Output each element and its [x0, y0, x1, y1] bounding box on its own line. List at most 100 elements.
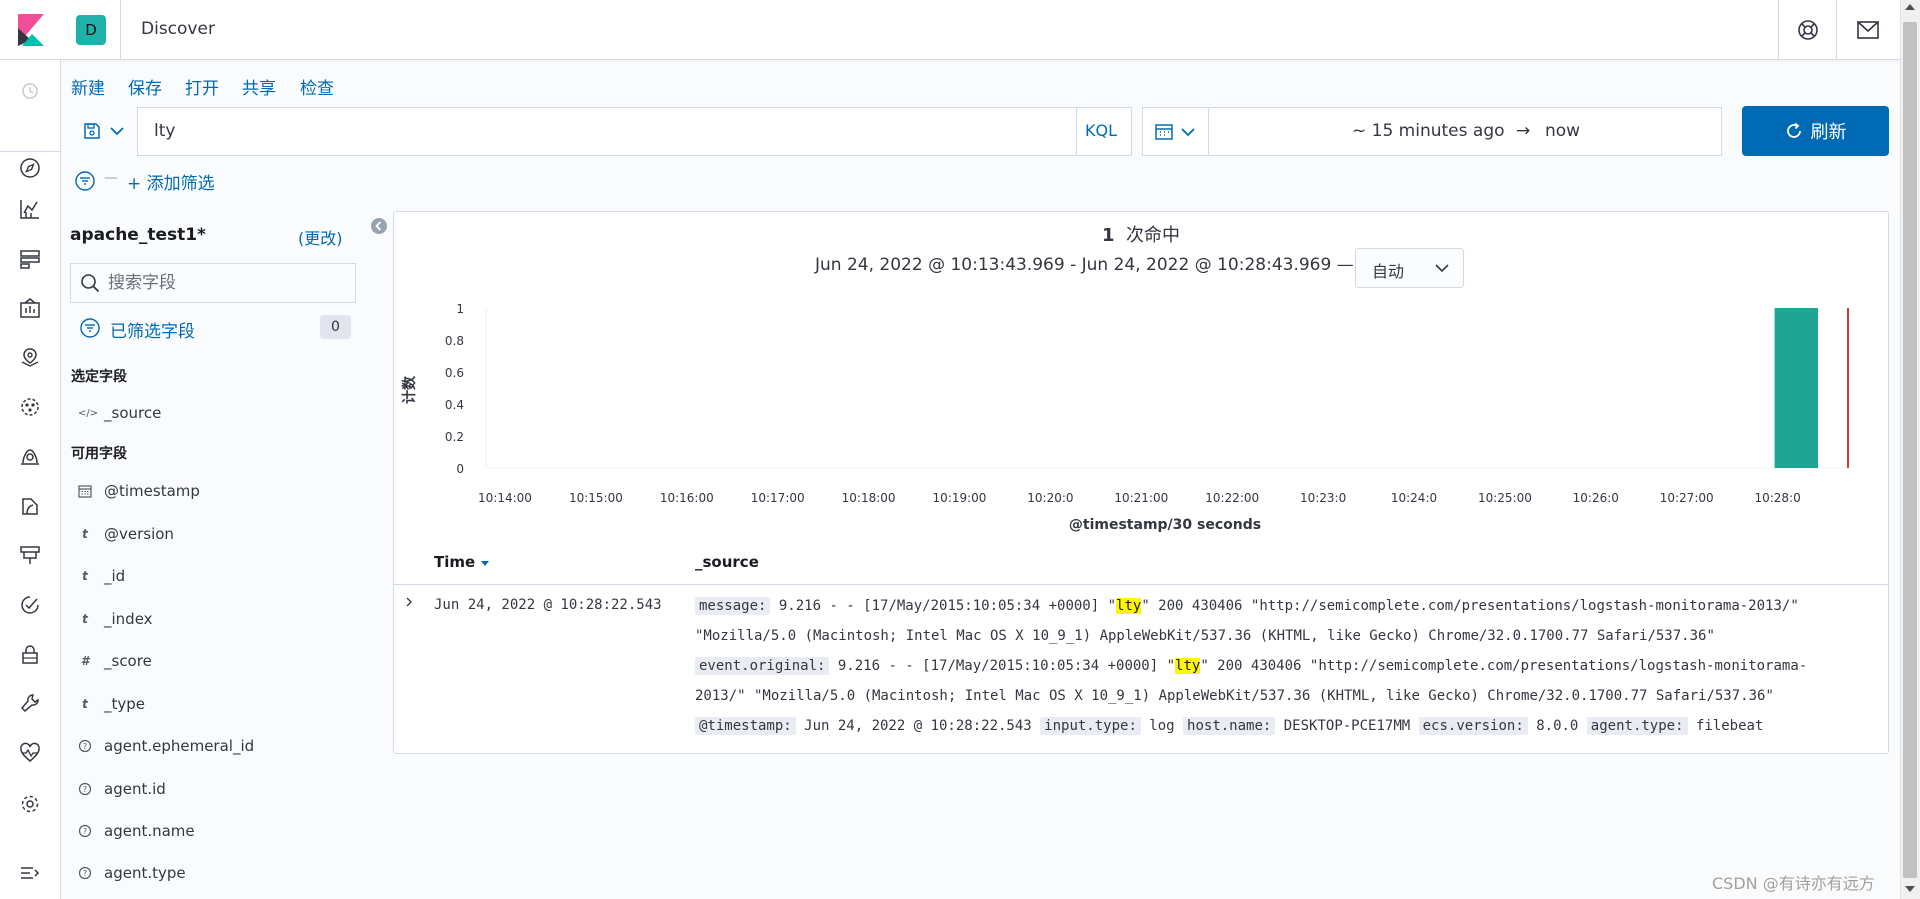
quick-date-menu-button[interactable]	[1143, 108, 1208, 155]
column-header-time[interactable]: Time	[434, 553, 490, 571]
field-type-string-icon: t	[82, 569, 88, 583]
source-value: " 200 430406 "http://semicomplete.com/pr…	[1141, 598, 1799, 614]
field-name: _index	[104, 610, 153, 628]
date-end-button[interactable]: now	[1545, 121, 1580, 141]
chevron-down-icon	[1181, 128, 1195, 137]
nav-divider	[0, 151, 60, 152]
field-type-code-icon: </>	[78, 407, 99, 419]
field-item[interactable]: ? agent.name	[78, 819, 195, 843]
filter-menu-icon[interactable]	[75, 171, 95, 191]
menu-share[interactable]: 共享	[242, 74, 276, 99]
x-tick-label: 10:23:0	[1300, 491, 1346, 505]
source-key: ecs.version:	[1418, 717, 1528, 735]
uptime-icon[interactable]	[19, 544, 41, 566]
filtered-fields-button[interactable]: 已筛选字段	[110, 317, 195, 342]
field-type-unknown-icon: ?	[78, 739, 92, 753]
apm-infra-icon[interactable]	[19, 445, 41, 467]
scrollbar-thumb[interactable]	[1903, 22, 1917, 878]
field-item[interactable]: </> _source	[78, 401, 161, 425]
maps-pin-icon[interactable]	[19, 346, 41, 368]
scroll-up-arrow-icon[interactable]	[1905, 4, 1915, 10]
menu-open[interactable]: 打开	[185, 74, 219, 99]
x-tick-label: 10:18:00	[842, 491, 896, 505]
menu-save[interactable]: 保存	[128, 74, 162, 99]
field-item[interactable]: ? agent.type	[78, 861, 186, 885]
kql-divider	[1076, 107, 1077, 156]
field-item[interactable]: t _id	[78, 564, 125, 588]
field-item[interactable]: t _type	[78, 692, 145, 716]
canvas-icon[interactable]	[19, 297, 41, 319]
change-index-pattern-link[interactable]: (更改)	[298, 225, 343, 249]
query-input[interactable]: lty	[154, 121, 175, 141]
menu-inspect[interactable]: 检查	[300, 74, 334, 99]
header-divider	[120, 0, 121, 60]
y-tick-label: 0.2	[445, 430, 464, 444]
y-tick-label: 1	[456, 302, 464, 316]
recent-clock-icon[interactable]	[19, 80, 41, 102]
histogram-bar[interactable]	[1774, 308, 1819, 468]
field-item[interactable]: ? agent.ephemeral_id	[78, 734, 254, 758]
siem-check-icon[interactable]	[19, 594, 41, 616]
chart-grid	[485, 308, 1849, 469]
security-lock-icon[interactable]	[19, 643, 41, 665]
field-type-unknown-icon: ?	[78, 866, 92, 880]
sort-descending-icon[interactable]	[480, 559, 490, 567]
field-item[interactable]: # _score	[78, 649, 152, 673]
y-axis-label: 计数	[401, 375, 418, 404]
refresh-button[interactable]: 刷新	[1742, 106, 1889, 156]
newsfeed-mail-icon[interactable]	[1857, 21, 1879, 39]
query-language-button[interactable]: KQL	[1085, 121, 1117, 140]
source-line: "Mozilla/5.0 (Macintosh; Intel Mac OS X …	[695, 628, 1715, 644]
y-tick-label: 0.4	[445, 398, 464, 412]
x-tick-label: 10:17:00	[751, 491, 805, 505]
hits-count: 1 次命中	[393, 221, 1889, 247]
source-key: event.original:	[695, 657, 830, 675]
ml-brain-icon[interactable]	[19, 396, 41, 418]
source-value: 8.0.0	[1527, 718, 1587, 734]
index-pattern-title: apache_test1*	[70, 225, 206, 245]
x-tick-label: 10:20:0	[1027, 491, 1073, 505]
field-item[interactable]: @timestamp	[78, 479, 200, 503]
saved-queries-button[interactable]	[70, 107, 138, 156]
help-lifebuoy-icon[interactable]	[1797, 19, 1819, 41]
field-type-string-icon: t	[82, 527, 88, 541]
refresh-label: 刷新	[1810, 122, 1847, 143]
discover-compass-icon[interactable]	[19, 157, 41, 179]
interval-value: 自动	[1372, 262, 1405, 281]
menu-new[interactable]: 新建	[71, 74, 105, 99]
visualize-chart-icon[interactable]	[19, 198, 41, 220]
chart-bars[interactable]	[1774, 308, 1849, 468]
column-header-source[interactable]: _source	[695, 553, 759, 571]
expand-row-chevron-icon[interactable]	[403, 596, 415, 608]
collapse-nav-icon[interactable]	[19, 862, 41, 884]
space-avatar[interactable]: D	[76, 15, 106, 45]
field-item[interactable]: t @version	[78, 522, 174, 546]
field-search-input[interactable]	[108, 264, 348, 302]
x-axis-ticks: 10:14:00 10:15:00 10:16:00 10:17:00 10:18:00…	[478, 491, 1801, 505]
scroll-down-arrow-icon[interactable]	[1905, 886, 1915, 892]
source-value: 9.216 - - [17/May/2015:10:05:34 +0000] "	[829, 658, 1176, 674]
y-axis-ticks: 0 0.2 0.4 0.6 0.8 1	[445, 302, 464, 476]
x-tick-label: 10:19:00	[933, 491, 987, 505]
saved-query-icon	[84, 123, 100, 139]
date-start-button[interactable]: ~ 15 minutes ago	[1352, 121, 1505, 141]
svg-text:?: ?	[83, 869, 87, 878]
stack-monitoring-heart-icon[interactable]	[19, 742, 41, 764]
field-item[interactable]: t _index	[78, 607, 153, 631]
kibana-logo-icon[interactable]	[18, 14, 44, 46]
histogram-chart: 00.20.40.60.81 10:14:00 10:15:00 10:16:00 1…	[401, 302, 1849, 533]
field-name: agent.type	[104, 864, 186, 882]
filter-fields-icon[interactable]	[80, 318, 100, 338]
logs-icon[interactable]	[19, 495, 41, 517]
add-filter-button[interactable]: + 添加筛选	[127, 169, 215, 194]
date-divider	[1208, 107, 1209, 156]
time-range-text: Jun 24, 2022 @ 10:13:43.969 - Jun 24, 20…	[815, 255, 1354, 275]
field-name: agent.ephemeral_id	[104, 737, 255, 755]
source-value: "Mozilla/5.0 (Macintosh; Intel Mac OS X …	[695, 628, 1715, 644]
query-bar	[70, 107, 1132, 156]
collapse-sidebar-icon[interactable]	[370, 217, 388, 235]
management-gear-icon[interactable]	[19, 793, 41, 815]
dev-tools-wrench-icon[interactable]	[19, 692, 41, 714]
dashboard-icon[interactable]	[19, 248, 41, 270]
field-item[interactable]: ? agent.id	[78, 777, 166, 801]
